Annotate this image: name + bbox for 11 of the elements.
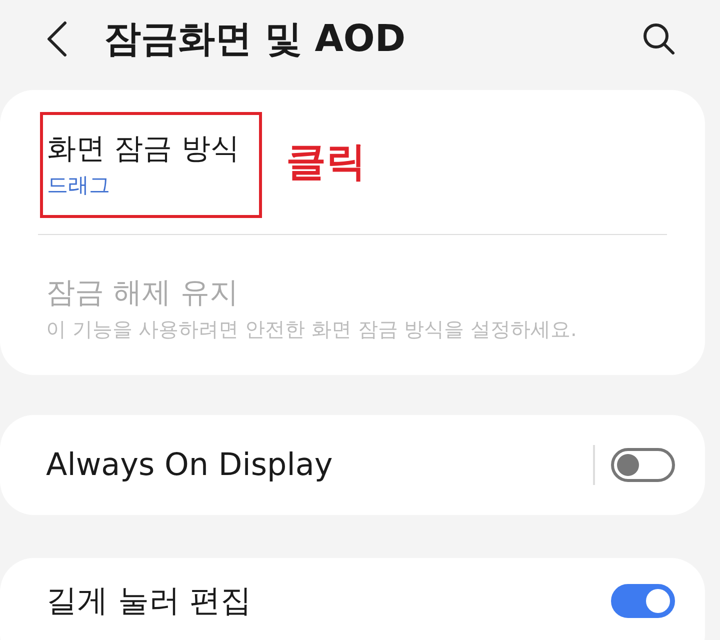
- setting-title[interactable]: 길게 눌러 편집: [46, 580, 611, 622]
- toggle-switch[interactable]: [611, 448, 675, 482]
- toggle-switch[interactable]: [611, 584, 675, 618]
- annotation-text: 클릭: [286, 138, 366, 186]
- setting-title[interactable]: Always On Display: [46, 447, 593, 483]
- setting-summary: 이 기능을 사용하려면 안전한 화면 잠금 방식을 설정하세요.: [46, 316, 577, 343]
- setting-summary: 드래그: [47, 172, 110, 199]
- page-title: 잠금화면 및 AOD: [104, 16, 407, 62]
- search-icon[interactable]: [642, 22, 676, 56]
- setting-title[interactable]: 화면 잠금 방식: [47, 127, 240, 169]
- back-icon[interactable]: [46, 21, 68, 57]
